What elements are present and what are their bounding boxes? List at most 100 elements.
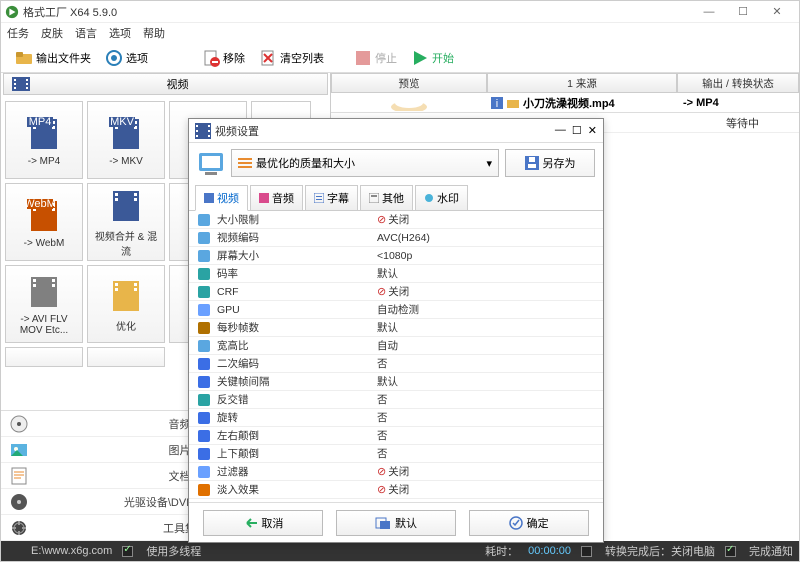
format-icon: MP4 xyxy=(24,114,64,154)
setting-row[interactable]: 大小限制⊘关闭 xyxy=(189,211,603,229)
format-label: 优化 xyxy=(116,318,136,333)
format-icon xyxy=(24,272,64,312)
tab-icon xyxy=(259,193,269,203)
remove-button[interactable]: 移除 xyxy=(198,47,249,69)
setting-row[interactable]: 左右颠倒否 xyxy=(189,427,603,445)
col-preview[interactable]: 预览 xyxy=(331,73,487,93)
info-icon[interactable]: i xyxy=(491,97,503,109)
dialog-maximize-button[interactable]: ☐ xyxy=(572,124,582,137)
preset-select[interactable]: 最优化的质量和大小 ▾ xyxy=(231,149,499,177)
setting-key: 淡入效果 xyxy=(217,482,377,497)
format-card-2[interactable]: WebM-> WebM xyxy=(5,183,83,261)
setting-icon xyxy=(197,358,211,370)
format-card-5[interactable]: 优化 xyxy=(87,265,165,343)
tab-0[interactable]: 视频 xyxy=(195,185,248,211)
preview-thumb xyxy=(331,95,487,111)
folder-icon[interactable] xyxy=(7,544,21,558)
setting-value: AVC(H264) xyxy=(377,232,595,244)
format-card-4[interactable]: -> AVI FLV MOV Etc... xyxy=(5,265,83,343)
dialog-titlebar[interactable]: 视频设置 — ☐ ✕ xyxy=(189,119,603,143)
output-folder-button[interactable]: 输出文件夹 xyxy=(11,47,95,69)
setting-row[interactable]: 上下颠倒否 xyxy=(189,445,603,463)
setting-row[interactable]: 屏幕大小<1080p xyxy=(189,247,603,265)
setting-key: GPU xyxy=(217,304,377,316)
setting-row[interactable]: 反交错否 xyxy=(189,391,603,409)
close-button[interactable]: ✕ xyxy=(767,4,787,20)
setting-icon xyxy=(197,268,211,280)
format-icon xyxy=(106,186,146,226)
col-output[interactable]: 输出 / 转换状态 xyxy=(677,73,799,93)
dialog-tabs: 视频音频字幕其他水印 xyxy=(189,183,603,211)
cancel-button[interactable]: 取消 xyxy=(203,510,323,536)
setting-value: 自动检测 xyxy=(377,302,595,317)
output-path[interactable]: E:\www.x6g.com xyxy=(31,545,112,557)
tab-1[interactable]: 音频 xyxy=(250,185,303,210)
format-label: 视频合并 & 混流 xyxy=(90,228,162,258)
setting-value: 自动 xyxy=(377,338,595,353)
video-header-label: 视频 xyxy=(36,76,319,92)
menu-4[interactable]: 帮助 xyxy=(143,25,165,41)
svg-text:MP4: MP4 xyxy=(29,116,52,128)
notify-checkbox[interactable] xyxy=(725,546,736,557)
tab-2[interactable]: 字幕 xyxy=(305,185,358,210)
col-source[interactable]: 1 来源 xyxy=(487,73,677,93)
format-card-3[interactable]: 视频合并 & 混流 xyxy=(87,183,165,261)
format-icon: WebM xyxy=(24,196,64,236)
start-button[interactable]: 开始 xyxy=(407,47,458,69)
svg-text:WebM: WebM xyxy=(25,198,56,210)
format-card-0[interactable]: MP4-> MP4 xyxy=(5,101,83,179)
tab-4[interactable]: 水印 xyxy=(415,185,468,210)
video-category-header[interactable]: 视频 xyxy=(3,73,328,95)
setting-row[interactable]: GPU自动检测 xyxy=(189,301,603,319)
category-icon xyxy=(9,492,29,512)
maximize-button[interactable]: ☐ xyxy=(733,4,753,20)
dialog-close-button[interactable]: ✕ xyxy=(588,124,597,137)
tab-icon xyxy=(314,193,324,203)
setting-row[interactable]: 旋转否 xyxy=(189,409,603,427)
setting-row[interactable]: CRF⊘关闭 xyxy=(189,283,603,301)
menu-3[interactable]: 选项 xyxy=(109,25,131,41)
dialog-minimize-button[interactable]: — xyxy=(555,124,566,137)
options-button[interactable]: 选项 xyxy=(101,47,152,69)
setting-key: 二次编码 xyxy=(217,356,377,371)
setting-icon xyxy=(197,232,211,244)
cancel-label: 取消 xyxy=(261,515,283,531)
task-output-format: -> MP4 xyxy=(683,97,719,109)
setting-row[interactable]: 过滤器⊘关闭 xyxy=(189,463,603,481)
menu-2[interactable]: 语言 xyxy=(75,25,97,41)
setting-row[interactable]: 淡入效果⊘关闭 xyxy=(189,481,603,499)
minimize-button[interactable]: — xyxy=(699,4,719,20)
setting-row[interactable]: 二次编码否 xyxy=(189,355,603,373)
tab-3[interactable]: 其他 xyxy=(360,185,413,210)
setting-row[interactable]: 视频编码AVC(H264) xyxy=(189,229,603,247)
format-card-1[interactable]: MKV-> MKV xyxy=(87,101,165,179)
save-as-button[interactable]: 另存为 xyxy=(505,149,595,177)
clear-list-button[interactable]: 清空列表 xyxy=(255,47,328,69)
preset-icon xyxy=(197,149,225,177)
stop-label: 停止 xyxy=(375,50,397,66)
format-card-stub[interactable] xyxy=(87,347,165,367)
setting-row[interactable]: 每秒帧数默认 xyxy=(189,319,603,337)
setting-row[interactable]: 码率默认 xyxy=(189,265,603,283)
setting-row[interactable]: 关键帧间隔默认 xyxy=(189,373,603,391)
start-label: 开始 xyxy=(432,50,454,66)
shutdown-checkbox[interactable] xyxy=(581,546,592,557)
task-row[interactable]: i 小刀洗澡视频.mp4 -> MP4 xyxy=(331,93,799,113)
ok-button[interactable]: 确定 xyxy=(469,510,589,536)
dialog-title: 视频设置 xyxy=(215,123,555,139)
stop-button[interactable]: 停止 xyxy=(350,47,401,69)
setting-icon xyxy=(197,484,211,496)
menu-0[interactable]: 任务 xyxy=(7,25,29,41)
open-folder-icon[interactable] xyxy=(507,97,519,109)
format-card-stub[interactable] xyxy=(5,347,83,367)
default-button[interactable]: 默认 xyxy=(336,510,456,536)
check-icon xyxy=(509,516,523,530)
multithread-checkbox[interactable] xyxy=(122,546,133,557)
setting-value: 否 xyxy=(377,446,595,461)
menu-1[interactable]: 皮肤 xyxy=(41,25,63,41)
gear-icon xyxy=(105,49,123,67)
setting-key: 屏幕大小 xyxy=(217,248,377,263)
setting-icon xyxy=(197,322,211,334)
thumb-icon xyxy=(389,95,429,111)
setting-row[interactable]: 宽高比自动 xyxy=(189,337,603,355)
